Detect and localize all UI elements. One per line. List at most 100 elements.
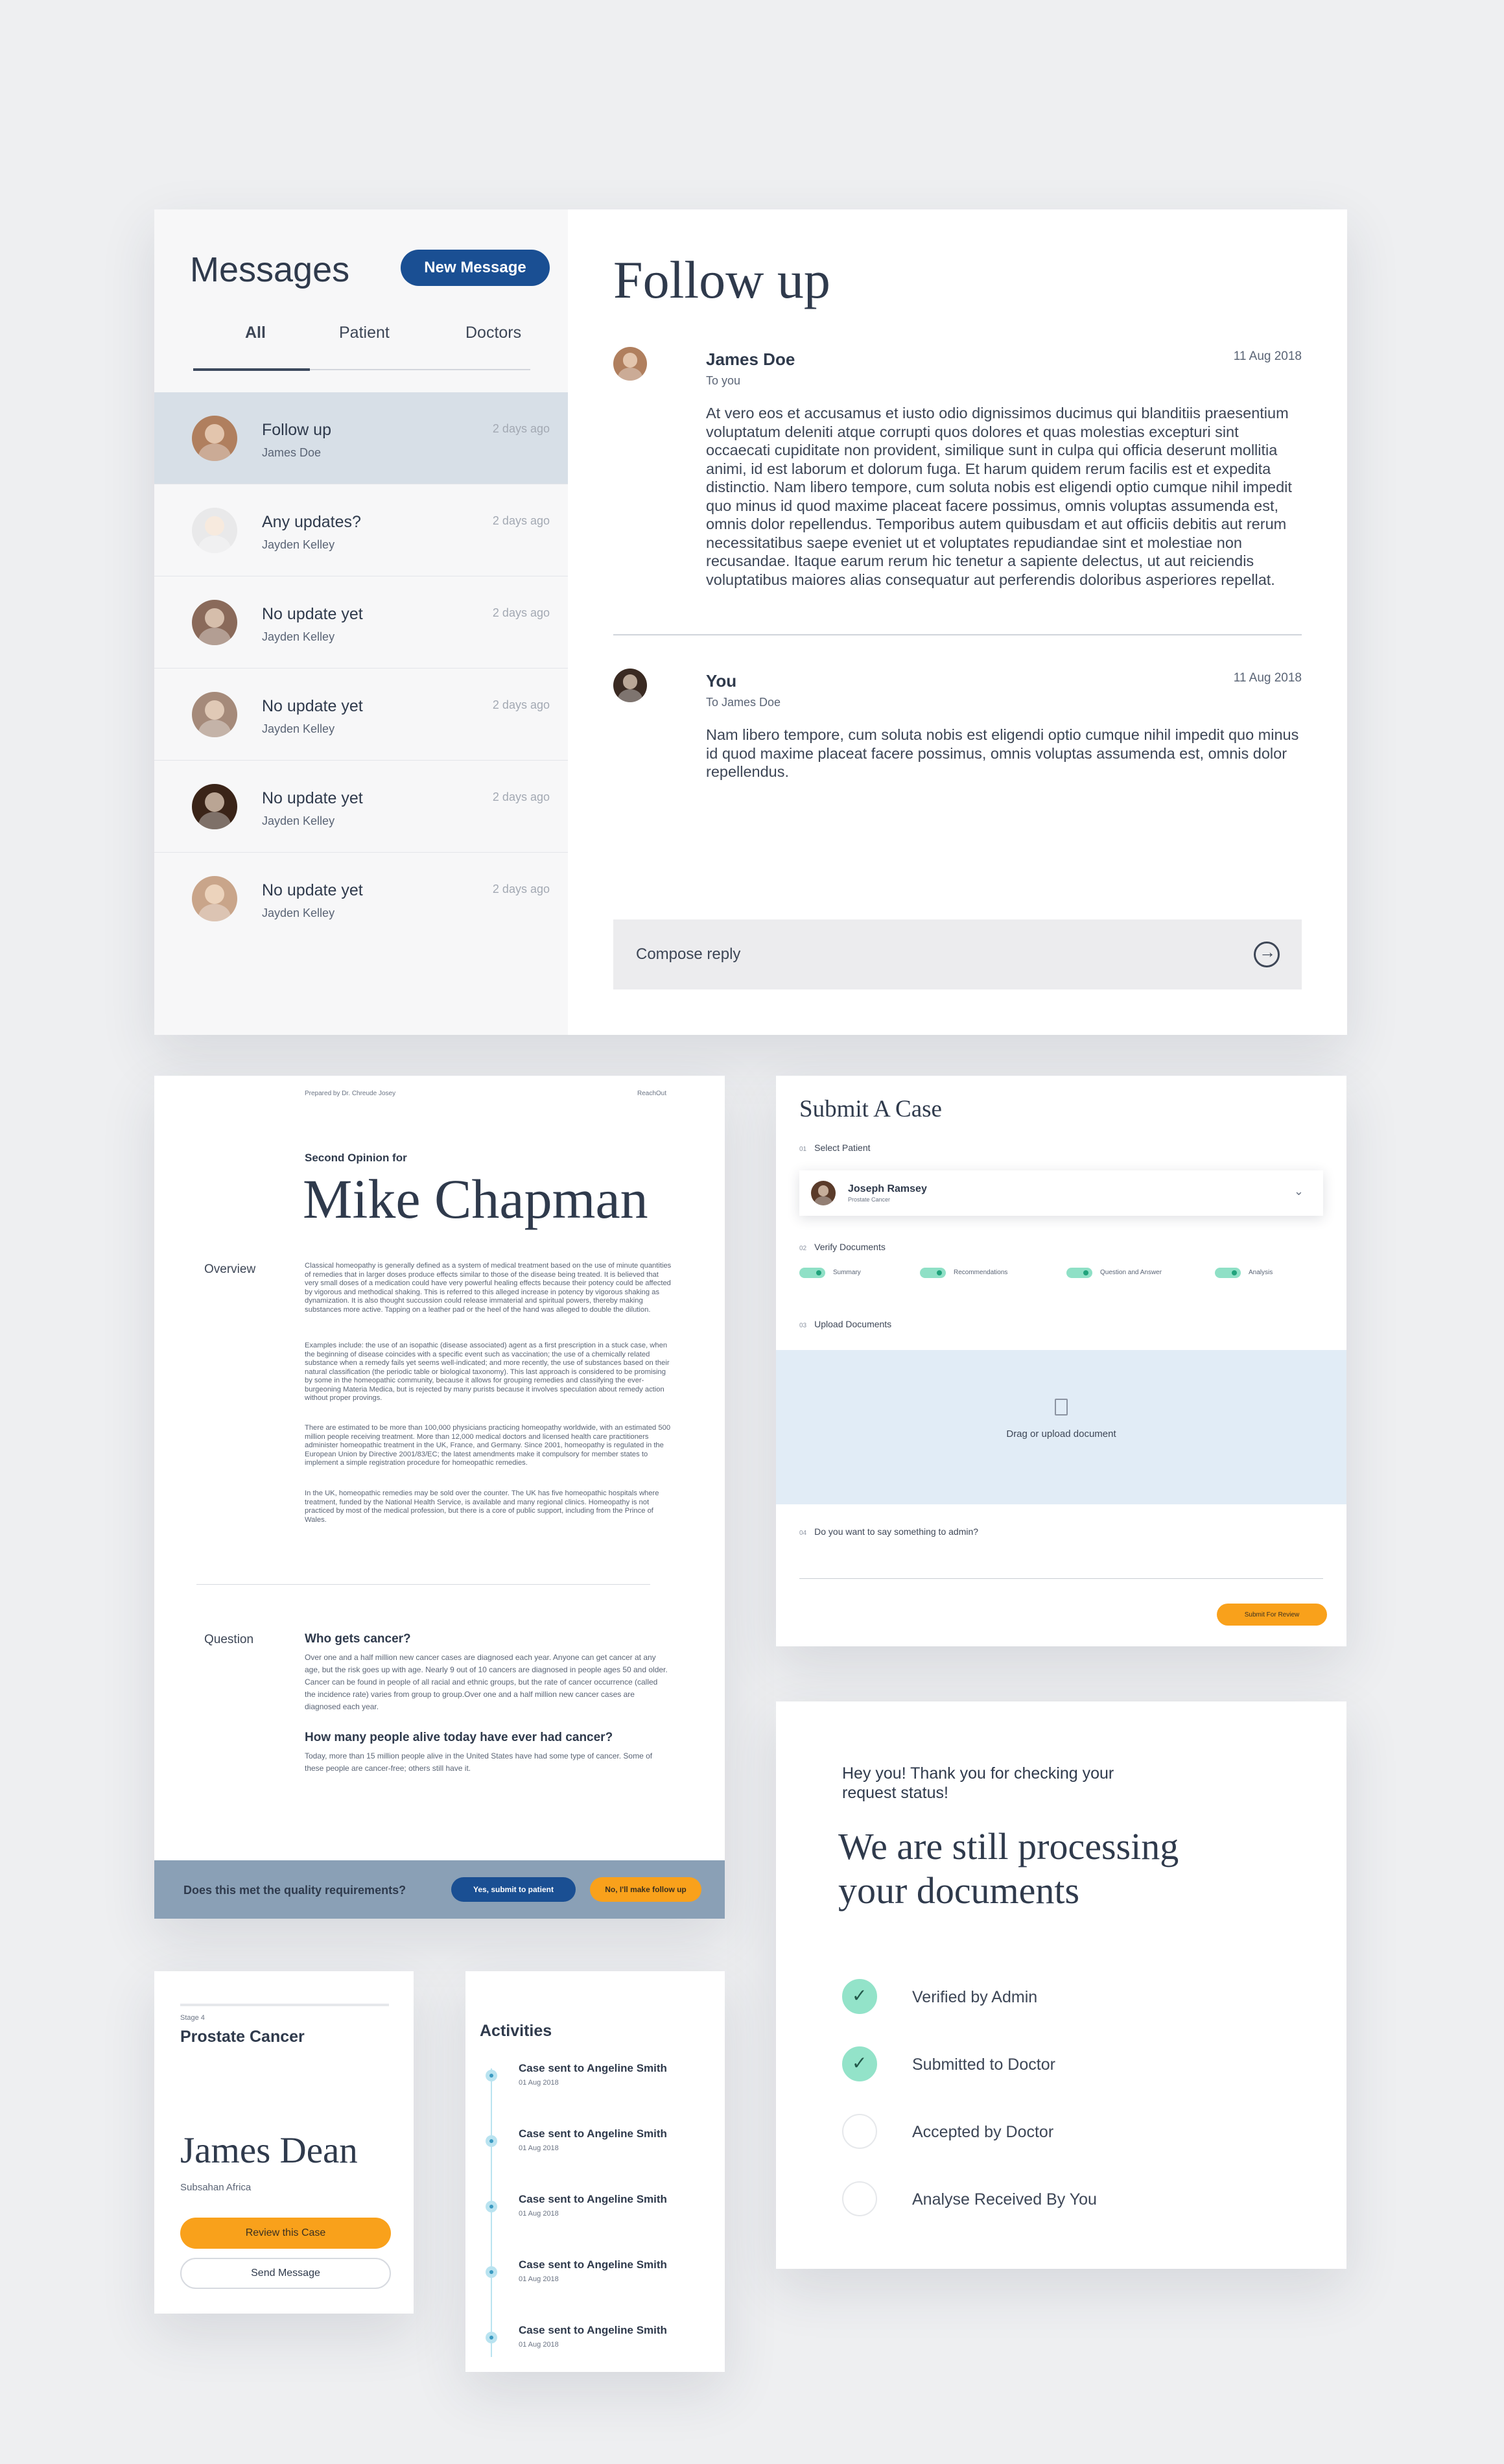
conversation-subject: No update yet [262, 881, 363, 899]
active-tab-indicator [193, 368, 310, 371]
tab-patient[interactable]: Patient [339, 324, 390, 342]
submit-case-form: Submit A Case 01 Select Patient Joseph Ra… [776, 1076, 1346, 1646]
avatar [613, 347, 647, 381]
activity-text: Case sent to Angeline Smith [519, 2324, 667, 2336]
conversation-time: 2 days ago [492, 422, 550, 435]
submit-to-patient-button[interactable]: Yes, submit to patient [451, 1877, 576, 1902]
toggle-icon[interactable] [1066, 1268, 1092, 1278]
activities-title: Activities [480, 2022, 552, 2040]
conversation-sender: Jayden Kelley [262, 630, 335, 643]
timeline-dot-icon [486, 2135, 497, 2147]
submit-case-title: Submit A Case [799, 1096, 942, 1122]
status-greeting: Hey you! Thank you for checking your req… [842, 1764, 1114, 1802]
conversation-item[interactable]: No update yet Jayden Kelley 2 days ago [154, 576, 568, 669]
patient-select[interactable]: Joseph Ramsey Prostate Cancer ⌄ [799, 1170, 1323, 1216]
timeline-dot-icon [486, 2070, 497, 2081]
admin-note-input[interactable] [799, 1578, 1323, 1579]
message-date: 11 Aug 2018 [1233, 349, 1302, 363]
toggle-icon[interactable] [920, 1268, 946, 1278]
messages-window: Messages New Message All Patient Doctors… [154, 209, 1347, 1035]
empty-circle-icon [842, 2114, 877, 2149]
second-opinion-report: Prepared by Dr. Chreude Josey ReachOut S… [154, 1076, 725, 1919]
document-label: Question and Answer [1100, 1269, 1162, 1276]
step-number: 04 [799, 1530, 807, 1537]
send-arrow-icon[interactable] [1254, 942, 1280, 967]
messages-title: Messages [190, 250, 350, 289]
patient-case-card: Stage 4 Prostate Cancer James Dean Subsa… [154, 1971, 414, 2314]
case-region: Subsahan Africa [180, 2182, 252, 2193]
avatar [192, 508, 237, 553]
conversation-time: 2 days ago [492, 883, 550, 895]
step-label: Do you want to say something to admin? [814, 1526, 979, 1537]
thread-message: James Doe To you 11 Aug 2018 At vero eos… [613, 347, 1302, 619]
case-diagnosis: Prostate Cancer [180, 2028, 305, 2046]
empty-circle-icon [842, 2181, 877, 2216]
timeline-dot-icon [486, 2332, 497, 2343]
timeline-dot-icon [486, 2201, 497, 2212]
case-patient-name: James Dean [180, 2130, 358, 2171]
conversation-sender: Jayden Kelley [262, 814, 335, 827]
step-number: 03 [799, 1322, 807, 1329]
activity-item: Case sent to Angeline Smith 01 Aug 2018 [465, 2062, 725, 2101]
conversation-item[interactable]: Follow up James Doe 2 days ago [154, 392, 568, 484]
submit-for-review-button[interactable]: Submit For Review [1217, 1604, 1327, 1626]
activity-text: Case sent to Angeline Smith [519, 2258, 667, 2271]
new-message-button[interactable]: New Message [401, 250, 550, 286]
document-label: Analysis [1249, 1269, 1273, 1276]
compose-reply-input[interactable]: Compose reply [613, 919, 1302, 989]
report-brand: ReachOut [637, 1090, 666, 1097]
chevron-down-icon[interactable]: ⌄ [1294, 1185, 1304, 1198]
conversation-sender: Jayden Kelley [262, 906, 335, 919]
conversation-item[interactable]: No update yet Jayden Kelley 2 days ago [154, 669, 568, 761]
patient-diagnosis: Prostate Cancer [848, 1196, 891, 1203]
step-label: Select Patient [814, 1143, 871, 1153]
report-divider [196, 1584, 650, 1585]
toggle-icon[interactable] [1215, 1268, 1241, 1278]
tab-doctors[interactable]: Doctors [465, 324, 521, 342]
report-patient-name: Mike Chapman [303, 1168, 648, 1230]
step-select-patient: 01 Select Patient [799, 1143, 871, 1153]
overview-label: Overview [204, 1262, 256, 1276]
conversation-item[interactable]: No update yet Jayden Kelley 2 days ago [154, 853, 568, 945]
toggle-icon[interactable] [799, 1268, 825, 1278]
thread-divider [613, 634, 1302, 635]
messages-sidebar: Messages New Message All Patient Doctors… [154, 209, 568, 1035]
send-message-button[interactable]: Send Message [180, 2258, 391, 2289]
thread-message: You To James Doe 11 Aug 2018 Nam libero … [613, 669, 1302, 824]
message-recipient: To you [706, 374, 741, 387]
question-title: Who gets cancer? [305, 1632, 411, 1646]
conversation-time: 2 days ago [492, 790, 550, 803]
check-icon [842, 1979, 877, 2014]
document-label: Summary [833, 1269, 861, 1276]
step-number: 01 [799, 1146, 807, 1153]
check-icon [842, 2046, 877, 2081]
conversation-subject: Any updates? [262, 513, 361, 531]
conversation-sender: Jayden Kelley [262, 538, 335, 551]
status-heading: We are still processing your documents [838, 1825, 1179, 1912]
tab-all[interactable]: All [245, 324, 266, 342]
question-title: How many people alive today have ever ha… [305, 1731, 613, 1744]
conversation-item[interactable]: Any updates? Jayden Kelley 2 days ago [154, 484, 568, 576]
conversation-sender: Jayden Kelley [262, 722, 335, 735]
activity-item: Case sent to Angeline Smith 01 Aug 2018 [465, 2127, 725, 2166]
conversation-item[interactable]: No update yet Jayden Kelley 2 days ago [154, 761, 568, 853]
status-step-label: Submitted to Doctor [912, 2055, 1055, 2074]
avatar [192, 416, 237, 461]
report-subtitle: Second Opinion for [305, 1152, 407, 1164]
status-step-label: Verified by Admin [912, 1988, 1038, 2006]
upload-dropzone[interactable]: Drag or upload document [776, 1350, 1346, 1504]
avatar [192, 876, 237, 921]
status-step-label: Analyse Received By You [912, 2190, 1097, 2209]
step-number: 02 [799, 1245, 807, 1252]
review-case-button[interactable]: Review this Case [180, 2218, 391, 2249]
compose-placeholder: Compose reply [636, 945, 741, 963]
message-date: 11 Aug 2018 [1233, 671, 1302, 685]
conversation-sender: James Doe [262, 446, 322, 459]
follow-up-button[interactable]: No, I'll make follow up [590, 1877, 701, 1902]
step-label: Upload Documents [814, 1319, 892, 1329]
overview-paragraph: Classical homeopathy is generally define… [305, 1262, 672, 1314]
quality-question: Does this met the quality requirements? [183, 1884, 406, 1897]
conversation-time: 2 days ago [492, 514, 550, 527]
document-label: Recommendations [954, 1269, 1008, 1276]
step-admin-note: 04 Do you want to say something to admin? [799, 1526, 978, 1537]
